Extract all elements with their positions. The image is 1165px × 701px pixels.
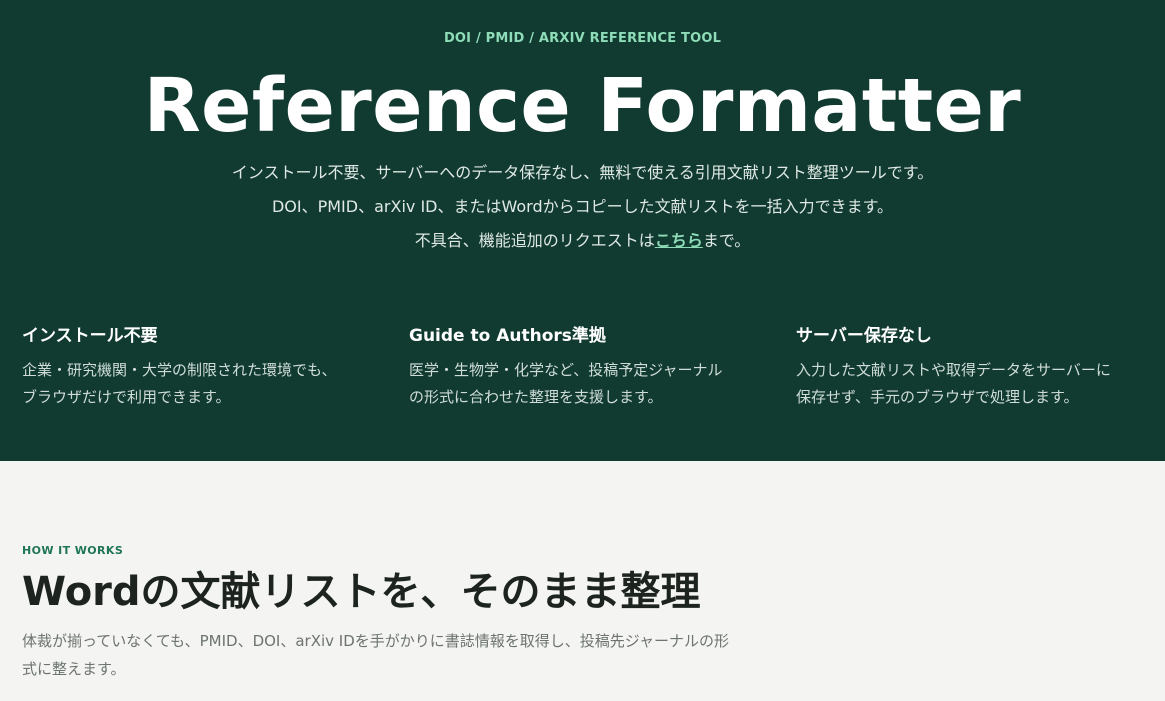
feature-description: 入力した文献リストや取得データをサーバーに 保存せず、手元のブラウザで処理します。 bbox=[796, 357, 1141, 410]
request-text-suffix: まで。 bbox=[702, 231, 751, 250]
hero-lead-line-2: DOI、PMID、arXiv ID、またはWordからコピーした文献リストを一括… bbox=[271, 197, 894, 216]
feature-description: 医学・生物学・化学など、投稿予定ジャーナル の形式に合わせた整理を支援します。 bbox=[409, 357, 754, 410]
feature-description-line: 医学・生物学・化学など、投稿予定ジャーナル bbox=[409, 361, 723, 379]
hero-lead-line-3: 不具合、機能追加のリクエストはこちらまで。 bbox=[0, 229, 1165, 253]
feature-description: 企業・研究機関・大学の制限された環境でも、 ブラウザだけで利用できます。 bbox=[22, 357, 367, 410]
request-link[interactable]: こちら bbox=[655, 231, 703, 250]
feature-description-line: の形式に合わせた整理を支援します。 bbox=[409, 387, 663, 406]
feature-description-line: ブラウザだけで利用できます。 bbox=[22, 387, 231, 406]
feature-description-line: 企業・研究機関・大学の制限された環境でも、 bbox=[22, 361, 337, 379]
how-it-works-description-line: 式に整えます。 bbox=[22, 660, 126, 678]
hero-eyebrow: DOI / PMID / ARXIV REFERENCE TOOL bbox=[443, 31, 722, 46]
feature-title: サーバー保存なし bbox=[796, 326, 932, 346]
hero-section: DOI / PMID / ARXIV REFERENCE TOOL Refere… bbox=[0, 0, 1165, 461]
feature-guide-to-authors: Guide to Authors準拠 医学・生物学・化学など、投稿予定ジャーナル… bbox=[409, 324, 754, 410]
how-it-works-description-line: 体裁が揃っていなくても、PMID、DOI、arXiv IDを手がかりに書誌情報を… bbox=[22, 632, 730, 650]
feature-no-install: インストール不要 企業・研究機関・大学の制限された環境でも、 ブラウザだけで利用で… bbox=[22, 324, 367, 410]
feature-description-line: 入力した文献リストや取得データをサーバーに bbox=[796, 361, 1111, 379]
feature-no-server-storage: サーバー保存なし 入力した文献リストや取得データをサーバーに 保存せず、手元のブラ… bbox=[796, 324, 1141, 410]
feature-description-line: 保存せず、手元のブラウザで処理します。 bbox=[796, 387, 1079, 406]
how-it-works-description: 体裁が揃っていなくても、PMID、DOI、arXiv IDを手がかりに書誌情報を… bbox=[22, 627, 782, 683]
how-it-works-title: Wordの文献リストを、そのまま整理 bbox=[22, 569, 701, 615]
how-it-works-eyebrow: HOW IT WORKS bbox=[22, 544, 124, 557]
request-text-prefix: 不具合、機能追加のリクエストは bbox=[414, 231, 655, 250]
feature-title: Guide to Authors準拠 bbox=[409, 326, 606, 346]
feature-title: インストール不要 bbox=[22, 326, 158, 346]
hero-lead-line-1: インストール不要、サーバーへのデータ保存なし、無料で使える引用文献リスト整理ツー… bbox=[231, 163, 934, 182]
page-title: Reference Formatter bbox=[143, 63, 1022, 149]
